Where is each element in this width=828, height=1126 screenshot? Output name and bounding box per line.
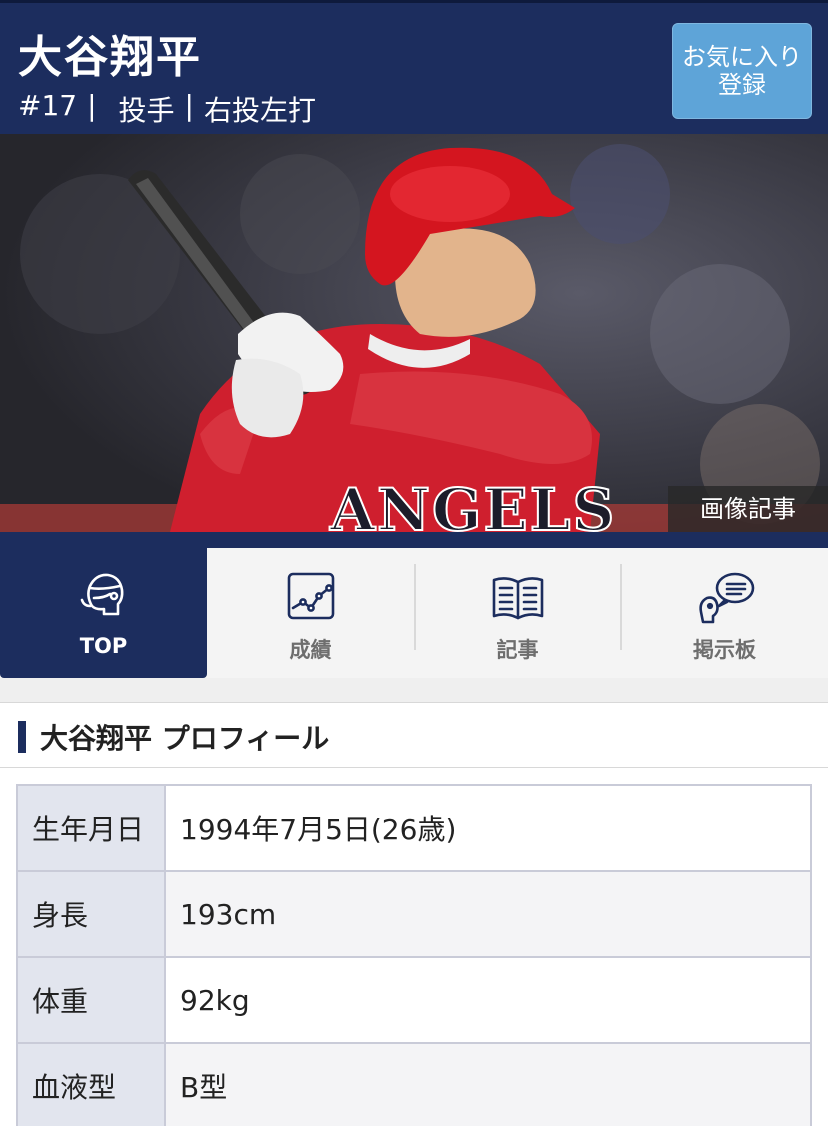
bats-throws: 右投左打: [203, 94, 316, 127]
favorite-button-label: お気に入り登録: [682, 43, 802, 99]
profile-key-blood-type: 血液型: [16, 1042, 166, 1126]
tab-stats[interactable]: 成績: [207, 548, 414, 670]
tab-articles-label: 記事: [496, 638, 539, 662]
person-profile-icon: [80, 573, 123, 616]
image-article-badge[interactable]: 画像記事: [668, 486, 828, 532]
open-book-icon: [492, 577, 543, 620]
section-gap: [0, 678, 828, 702]
table-row: 体重 92kg: [16, 956, 812, 1044]
player-header: 大谷翔平 #17 | 投手 | 右投左打 お気に入り登録: [0, 0, 828, 134]
meta-separator: |: [184, 89, 194, 122]
tab-board[interactable]: 掲示板: [621, 548, 828, 670]
profile-title: 大谷翔平 プロフィール: [40, 722, 330, 755]
speech-bubble-icon: [698, 572, 754, 624]
table-row: 生年月日 1994年7月5日(26歳): [16, 784, 812, 872]
tab-stats-label: 成績: [289, 638, 332, 662]
table-row: 血液型 B型: [16, 1042, 812, 1126]
profile-key-birthday: 生年月日: [16, 784, 166, 872]
player-tab-bar: TOP 成績 記事 掲示板: [0, 532, 828, 678]
tab-top[interactable]: TOP: [0, 548, 207, 678]
profile-value-height: 193cm: [164, 870, 812, 958]
profile-table: 生年月日 1994年7月5日(26歳) 身長 193cm 体重 92kg 血液型…: [16, 784, 812, 1126]
tab-board-label: 掲示板: [693, 638, 756, 662]
profile-key-height: 身長: [16, 870, 166, 958]
player-position: 投手: [118, 94, 175, 127]
tab-top-label: TOP: [79, 634, 128, 658]
profile-section: 生年月日 1994年7月5日(26歳) 身長 193cm 体重 92kg 血液型…: [0, 768, 828, 1126]
section-accent-bar: [18, 721, 26, 753]
profile-value-blood-type: B型: [164, 1042, 812, 1126]
profile-value-weight: 92kg: [164, 956, 812, 1044]
player-photo[interactable]: ANGELS 画像記事: [0, 134, 828, 532]
player-name: 大谷翔平: [18, 32, 202, 83]
profile-section-header: 大谷翔平 プロフィール: [0, 702, 828, 768]
tab-articles[interactable]: 記事: [414, 548, 621, 670]
player-meta: #17 | 投手 | 右投左打: [18, 89, 316, 129]
jersey-lettering: ANGELS: [329, 476, 616, 532]
profile-value-birthday: 1994年7月5日(26歳): [164, 784, 812, 872]
profile-key-weight: 体重: [16, 956, 166, 1044]
chart-line-icon: [287, 572, 334, 620]
meta-separator: |: [87, 89, 97, 122]
player-photo-illustration: ANGELS: [0, 134, 828, 532]
uniform-number: #17: [18, 89, 78, 122]
favorite-button[interactable]: お気に入り登録: [672, 23, 812, 119]
table-row: 身長 193cm: [16, 870, 812, 958]
